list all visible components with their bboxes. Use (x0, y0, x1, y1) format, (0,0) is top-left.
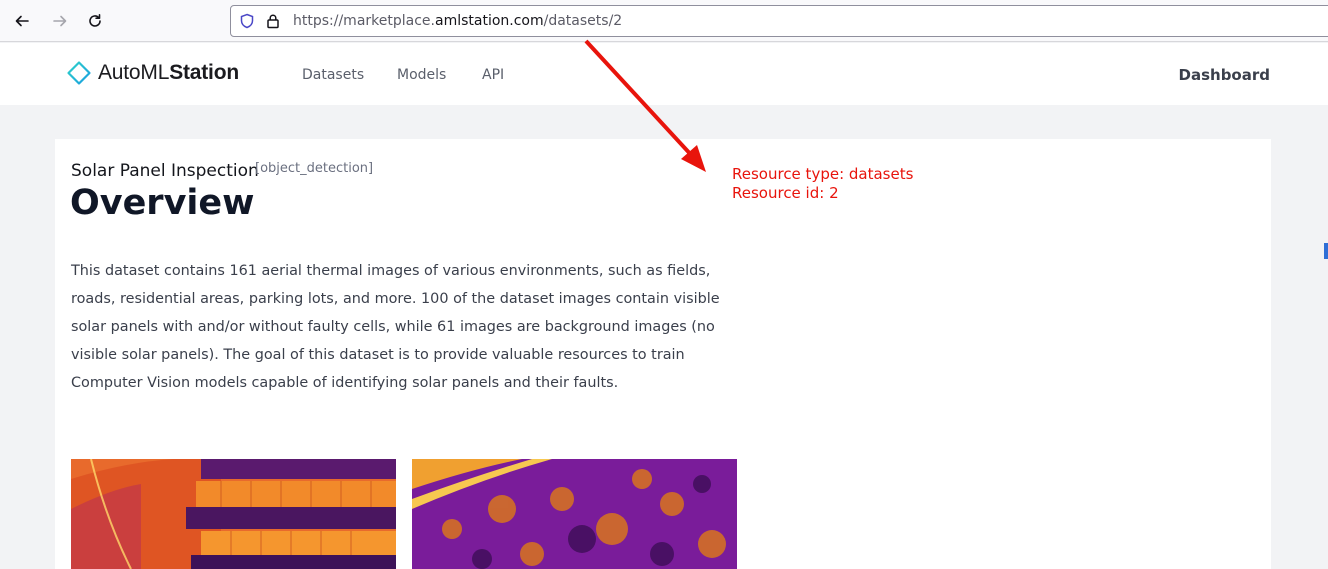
reload-icon (89, 14, 101, 27)
dataset-description: This dataset contains 161 aerial thermal… (71, 263, 720, 391)
dataset-card: Solar Panel Inspection [object_detection… (55, 139, 1271, 569)
url-prefix: https://marketplace. (293, 13, 435, 29)
nav-api[interactable]: API (482, 67, 504, 83)
url-host: amlstation.com (434, 13, 544, 29)
dataset-task-tag: [object_detection] (255, 161, 374, 176)
annotation-resource-id: Resource id: 2 (732, 184, 839, 202)
address-bar[interactable]: https://marketplace.amlstation.com/datas… (230, 5, 1328, 37)
logo-text-bold: Station (169, 61, 239, 84)
url-text[interactable]: https://marketplace.amlstation.com/datas… (293, 13, 622, 29)
dashboard-link[interactable]: Dashboard (1179, 66, 1270, 84)
back-button[interactable] (10, 9, 34, 33)
scrollbar-indicator[interactable] (1324, 243, 1328, 259)
overview-heading: Overview (70, 183, 255, 223)
arrow-left-icon (15, 15, 29, 27)
logo-text-light: AutoML (98, 61, 170, 84)
dataset-title: Solar Panel Inspection (71, 161, 259, 181)
site-header: AutoMLStation Datasets Models API Dashbo… (0, 43, 1328, 105)
nav-models[interactable]: Models (397, 67, 446, 83)
lock-icon[interactable] (265, 13, 281, 29)
resource-annotation: Resource type: datasets Resource id: 2 (732, 165, 913, 203)
forward-button[interactable] (48, 9, 72, 33)
annotation-resource-type: Resource type: datasets (732, 165, 914, 183)
arrow-right-icon (53, 15, 67, 27)
url-path: /datasets/2 (543, 13, 623, 29)
site-logo[interactable]: AutoMLStation (66, 60, 239, 86)
reload-button[interactable] (83, 9, 107, 33)
shield-icon[interactable] (239, 13, 255, 29)
diamond-logo-icon (67, 61, 91, 85)
nav-datasets[interactable]: Datasets (302, 67, 364, 83)
browser-toolbar: https://marketplace.amlstation.com/datas… (0, 0, 1328, 42)
logo-text: AutoMLStation (98, 61, 239, 85)
